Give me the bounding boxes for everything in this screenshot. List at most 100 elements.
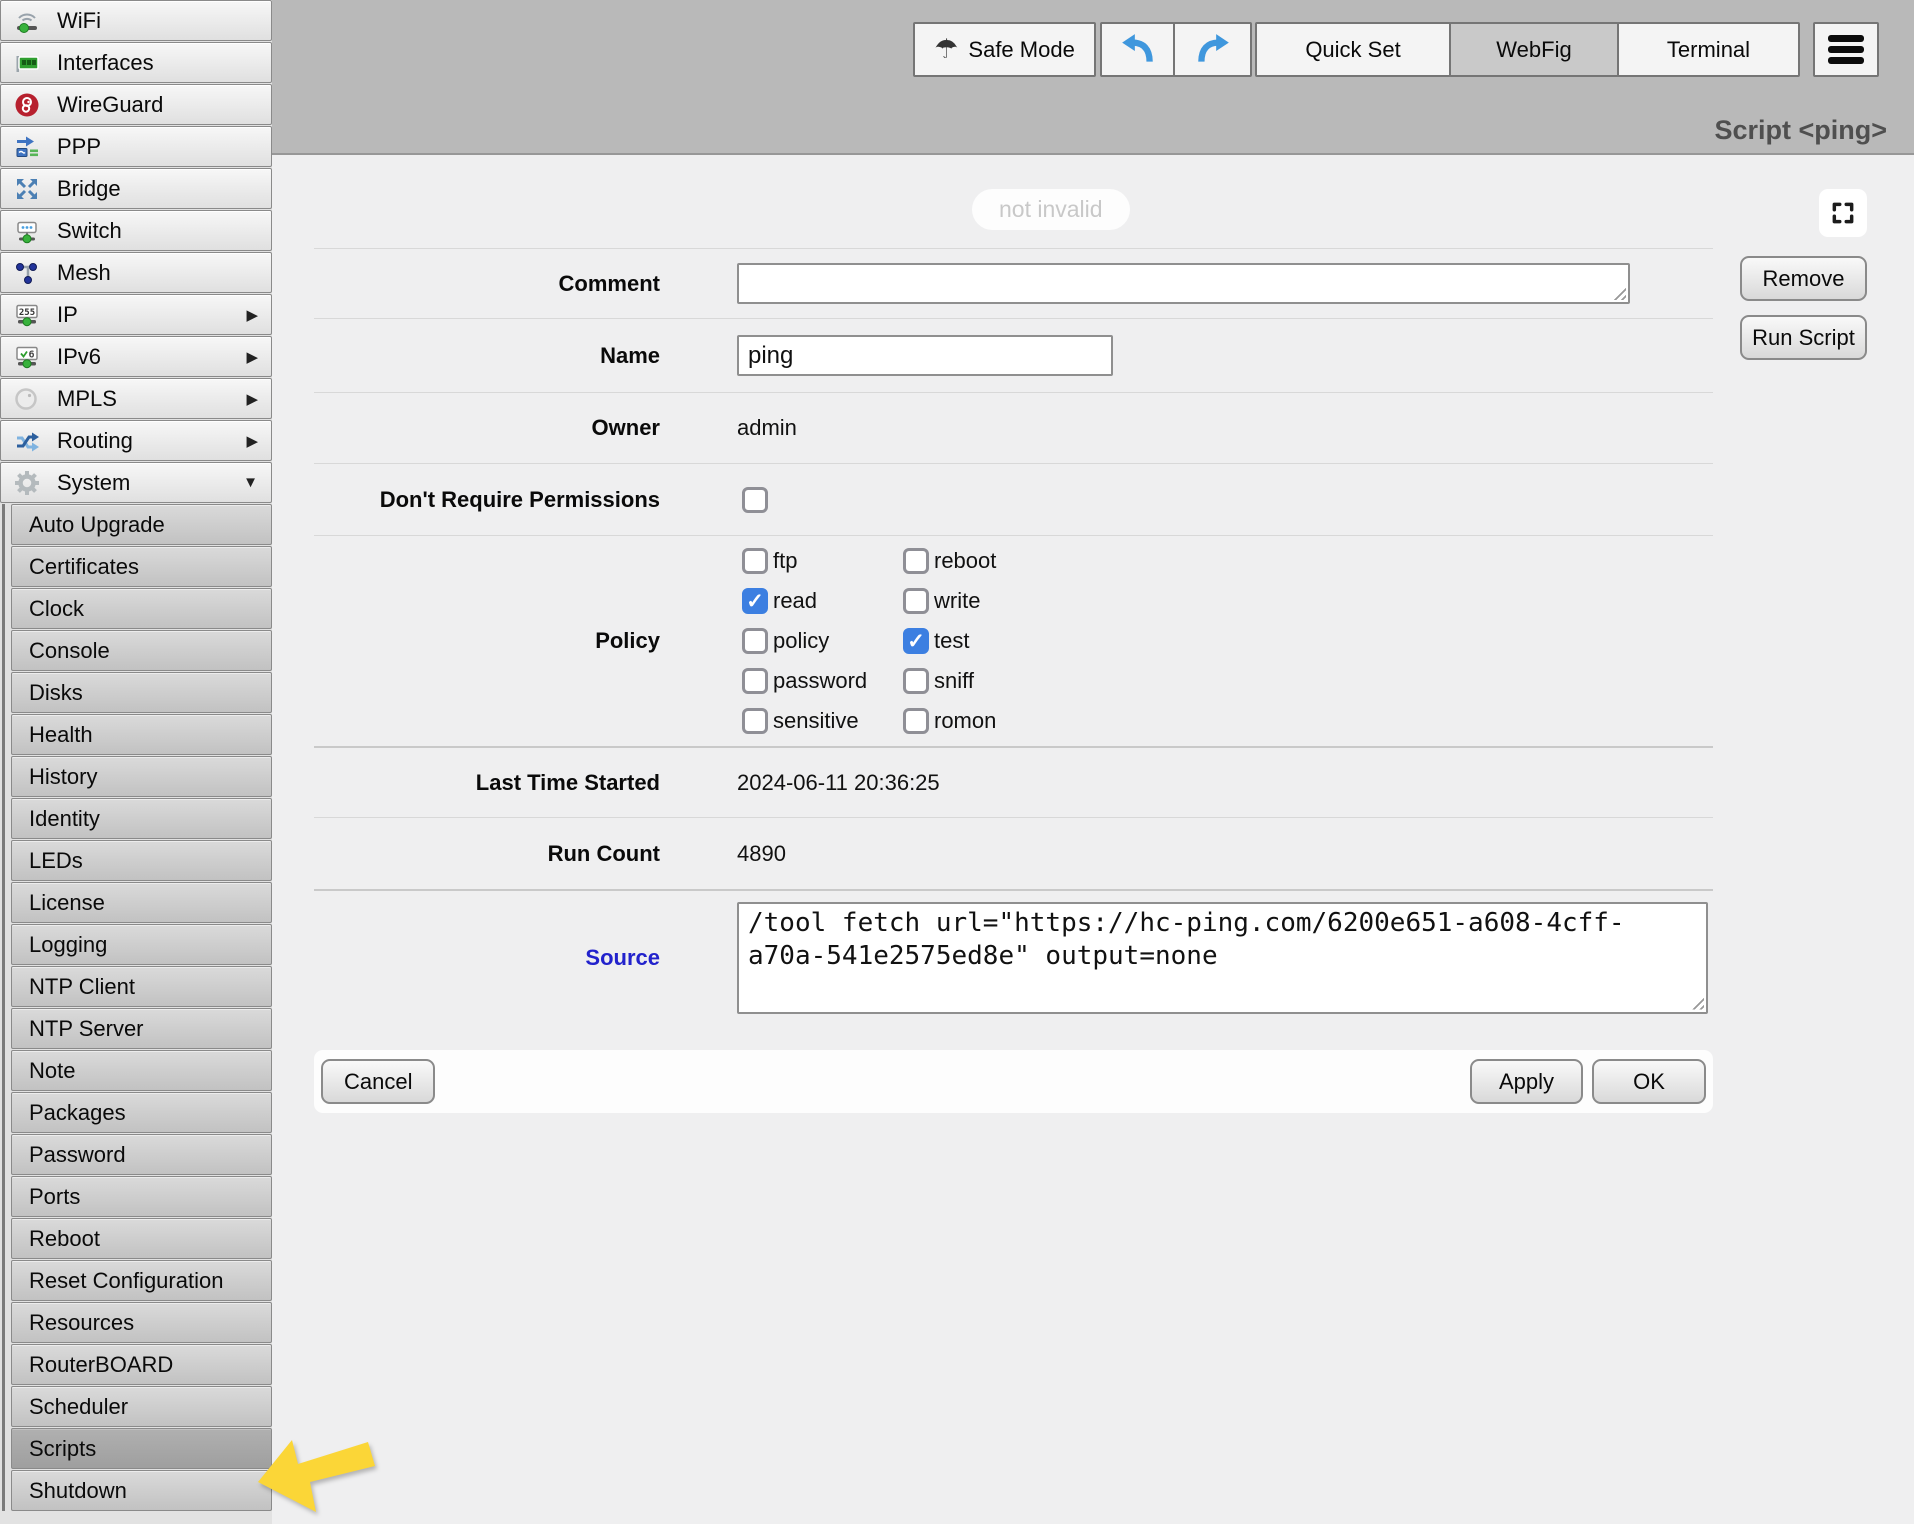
policy-checkbox-romon[interactable]: [903, 708, 929, 734]
ip-icon: 255: [12, 300, 42, 330]
sidebar-item-license[interactable]: License: [11, 882, 272, 923]
sidebar-item-ntp-client[interactable]: NTP Client: [11, 966, 272, 1007]
sidebar-item-bridge[interactable]: Bridge: [0, 168, 272, 209]
policy-checkbox-password[interactable]: [742, 668, 768, 694]
expand-arrow-icon: ▶: [246, 348, 258, 366]
sidebar-item-routerboard[interactable]: RouterBOARD: [11, 1344, 272, 1385]
ppp-icon: [12, 132, 42, 162]
source-input[interactable]: /tool fetch url="https://hc-ping.com/620…: [737, 902, 1708, 1014]
policy-checkbox-read[interactable]: [742, 588, 768, 614]
sidebar-item-system[interactable]: System ▼: [0, 462, 272, 503]
undo-redo-group: [1100, 22, 1252, 77]
policy-option-policy: policy: [742, 628, 903, 654]
sidebar-item-logging[interactable]: Logging: [11, 924, 272, 965]
expand-arrow-icon: ▼: [243, 474, 258, 491]
main-content: not invalid Remove Run Script Comment Na…: [272, 157, 1914, 1524]
source-row: Source /tool fetch url="https://hc-ping.…: [314, 889, 1713, 1024]
last-time-started-row: Last Time Started 2024-06-11 20:36:25: [314, 746, 1713, 817]
last-time-started-label: Last Time Started: [314, 770, 660, 796]
sidebar-item-identity[interactable]: Identity: [11, 798, 272, 839]
header: ☂ Safe Mode Quick Set WebFig Terminal Sc…: [272, 0, 1914, 155]
status-badge: not invalid: [972, 189, 1130, 230]
sidebar-item-routing[interactable]: Routing ▶: [0, 420, 272, 461]
sidebar-item-reboot[interactable]: Reboot: [11, 1218, 272, 1259]
remove-button[interactable]: Remove: [1740, 256, 1867, 301]
cancel-button[interactable]: Cancel: [321, 1059, 435, 1104]
policy-checkbox-ftp[interactable]: [742, 548, 768, 574]
svg-text:6: 6: [28, 349, 34, 360]
comment-input[interactable]: [737, 263, 1630, 304]
tab-terminal[interactable]: Terminal: [1617, 22, 1800, 77]
sidebar-item-mesh[interactable]: Mesh: [0, 252, 272, 293]
expand-arrow-icon: ▶: [246, 432, 258, 450]
policy-checkbox-write[interactable]: [903, 588, 929, 614]
policy-option-sniff: sniff: [903, 668, 996, 694]
policy-checkbox-test[interactable]: [903, 628, 929, 654]
run-count-value: 4890: [737, 841, 1713, 867]
run-script-button[interactable]: Run Script: [1740, 315, 1867, 360]
policy-checkbox-sniff[interactable]: [903, 668, 929, 694]
sidebar-item-reset-configuration[interactable]: Reset Configuration: [11, 1260, 272, 1301]
sidebar-item-resources[interactable]: Resources: [11, 1302, 272, 1343]
sidebar-item-ipv6[interactable]: 6 IPv6 ▶: [0, 336, 272, 377]
hamburger-icon: [1828, 35, 1864, 42]
safe-mode-label: Safe Mode: [968, 37, 1074, 63]
interfaces-icon: [12, 48, 42, 78]
comment-row: Comment: [314, 248, 1713, 318]
sidebar-item-note[interactable]: Note: [11, 1050, 272, 1091]
apply-button[interactable]: Apply: [1470, 1059, 1583, 1104]
bridge-icon: [12, 174, 42, 204]
wifi-icon: [12, 6, 42, 36]
system-icon: [12, 468, 42, 498]
sidebar-item-leds[interactable]: LEDs: [11, 840, 272, 881]
fullscreen-button[interactable]: [1819, 189, 1867, 237]
sidebar-item-scripts[interactable]: Scripts: [11, 1428, 272, 1469]
dont-require-permissions-checkbox[interactable]: [742, 487, 768, 513]
source-label: Source: [314, 945, 660, 971]
sidebar-item-history[interactable]: History: [11, 756, 272, 797]
sidebar-item-certificates[interactable]: Certificates: [11, 546, 272, 587]
sidebar-item-ip[interactable]: 255 IP ▶: [0, 294, 272, 335]
sidebar-item-ports[interactable]: Ports: [11, 1176, 272, 1217]
redo-button[interactable]: [1173, 22, 1252, 77]
sidebar-item-clock[interactable]: Clock: [11, 588, 272, 629]
policy-row: Policy ftp reboot read write policy test…: [314, 535, 1713, 746]
name-label: Name: [314, 343, 660, 369]
policy-label: Policy: [314, 628, 660, 654]
sidebar-item-health[interactable]: Health: [11, 714, 272, 755]
name-input[interactable]: [737, 335, 1113, 376]
sidebar-main-menu: WiFi Interfaces WireGuard PPP Bridge Swi…: [0, 0, 272, 503]
hamburger-menu-button[interactable]: [1813, 22, 1879, 77]
safe-mode-button[interactable]: ☂ Safe Mode: [913, 22, 1096, 77]
tab-quick-set[interactable]: Quick Set: [1255, 22, 1451, 77]
svg-text:255: 255: [19, 308, 35, 318]
item-actions: Remove Run Script: [1740, 256, 1867, 360]
sidebar-item-switch[interactable]: Switch: [0, 210, 272, 251]
sidebar-item-mpls[interactable]: MPLS ▶: [0, 378, 272, 419]
sidebar-item-password[interactable]: Password: [11, 1134, 272, 1175]
sidebar-item-auto-upgrade[interactable]: Auto Upgrade: [11, 504, 272, 545]
wireguard-icon: [12, 90, 42, 120]
sidebar-item-scheduler[interactable]: Scheduler: [11, 1386, 272, 1427]
routing-icon: [12, 426, 42, 456]
owner-label: Owner: [314, 415, 660, 441]
toolbar: ☂ Safe Mode Quick Set WebFig Terminal: [913, 22, 1879, 77]
sidebar-item-interfaces[interactable]: Interfaces: [0, 42, 272, 83]
ok-button[interactable]: OK: [1592, 1059, 1706, 1104]
sidebar-item-packages[interactable]: Packages: [11, 1092, 272, 1133]
sidebar-item-shutdown[interactable]: Shutdown: [11, 1470, 272, 1511]
policy-option-write: write: [903, 588, 996, 614]
switch-icon: [12, 216, 42, 246]
sidebar-item-disks[interactable]: Disks: [11, 672, 272, 713]
sidebar-item-ntp-server[interactable]: NTP Server: [11, 1008, 272, 1049]
sidebar-item-ppp[interactable]: PPP: [0, 126, 272, 167]
policy-checkbox-sensitive[interactable]: [742, 708, 768, 734]
tab-webfig[interactable]: WebFig: [1449, 22, 1619, 77]
undo-button[interactable]: [1100, 22, 1175, 77]
sidebar-item-console[interactable]: Console: [11, 630, 272, 671]
sidebar-item-wireguard[interactable]: WireGuard: [0, 84, 272, 125]
sidebar-item-wifi[interactable]: WiFi: [0, 0, 272, 41]
mpls-icon: [12, 384, 42, 414]
policy-checkbox-reboot[interactable]: [903, 548, 929, 574]
policy-checkbox-policy[interactable]: [742, 628, 768, 654]
